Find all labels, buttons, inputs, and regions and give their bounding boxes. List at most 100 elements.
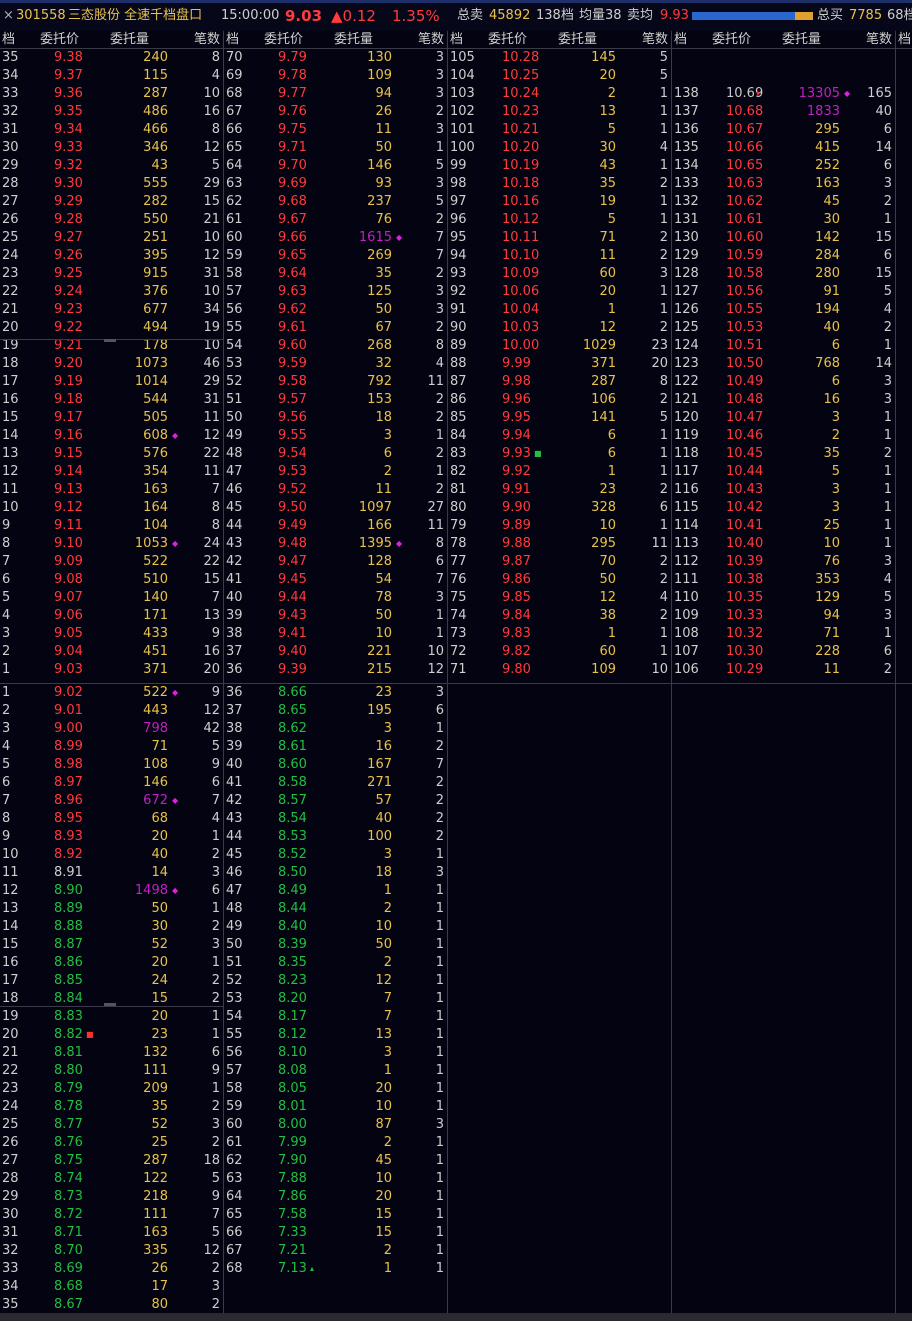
sell-level-row[interactable]: 122 10.49 6 3: [672, 373, 896, 391]
sell-level-row[interactable]: 130 10.60 142 15: [672, 229, 896, 247]
buy-level-row[interactable]: 66 7.33 15 1: [224, 1224, 448, 1242]
buy-level-row[interactable]: 19 8.83 20 1: [0, 1008, 224, 1026]
sell-level-row[interactable]: 80 9.90 328 6: [448, 499, 672, 517]
sell-level-row[interactable]: 72 9.82 60 1: [448, 643, 672, 661]
sell-level-row[interactable]: 119 10.46 2 1: [672, 427, 896, 445]
buy-level-row[interactable]: 23 8.79 209 1: [0, 1080, 224, 1098]
sell-level-row[interactable]: 23 9.25 915 31: [0, 265, 224, 283]
buy-level-row[interactable]: 16 8.86 20 1: [0, 954, 224, 972]
sell-level-row[interactable]: 5 9.07 140 7: [0, 589, 224, 607]
sell-level-row[interactable]: 2 9.04 451 16: [0, 643, 224, 661]
sell-level-row[interactable]: 45 9.50 1097 27: [224, 499, 448, 517]
sell-level-row[interactable]: 40 9.44 78 3: [224, 589, 448, 607]
sell-level-row[interactable]: 36 9.39 215 12: [224, 661, 448, 679]
buy-level-row[interactable]: 2 9.01 443 12: [0, 702, 224, 720]
sell-level-row[interactable]: 133 10.63 163 3: [672, 175, 896, 193]
sell-level-row[interactable]: 95 10.11 71 2: [448, 229, 672, 247]
sell-level-row[interactable]: 49 9.55 3 1: [224, 427, 448, 445]
sell-level-row[interactable]: 54 9.60 268 8: [224, 337, 448, 355]
sell-level-row[interactable]: 89 10.00 1029 23: [448, 337, 672, 355]
sell-level-row[interactable]: 105 10.28 145 5: [448, 49, 672, 67]
buy-level-row[interactable]: 5 8.98 108 9: [0, 756, 224, 774]
buy-level-row[interactable]: 37 8.65 195 6: [224, 702, 448, 720]
sell-level-row[interactable]: 32 9.35 486 16: [0, 103, 224, 121]
sell-level-row[interactable]: 81 9.91 23 2: [448, 481, 672, 499]
buy-level-row[interactable]: 43 8.54 40 2: [224, 810, 448, 828]
sell-level-row[interactable]: 75 9.85 12 4: [448, 589, 672, 607]
buy-level-row[interactable]: 7 8.96 672 7 ◆: [0, 792, 224, 810]
sell-level-row[interactable]: 20 9.22 494 19: [0, 319, 224, 337]
sell-level-row[interactable]: 91 10.04 1 1: [448, 301, 672, 319]
sell-level-row[interactable]: 129 10.59 284 6: [672, 247, 896, 265]
resize-handle[interactable]: [104, 1003, 116, 1006]
sell-level-row[interactable]: 103 10.24 2 1: [448, 85, 672, 103]
sell-level-row[interactable]: 33 9.36 287 10: [0, 85, 224, 103]
sell-level-row[interactable]: 88 9.99 371 20: [448, 355, 672, 373]
buy-level-row[interactable]: 56 8.10 3 1: [224, 1044, 448, 1062]
sell-level-row[interactable]: 4 9.06 171 13: [0, 607, 224, 625]
sell-level-row[interactable]: 137 10.68 1833 40: [672, 103, 896, 121]
sell-level-row[interactable]: 1 9.03 371 20: [0, 661, 224, 679]
buy-level-row[interactable]: 45 8.52 3 1: [224, 846, 448, 864]
buy-level-row[interactable]: 38 8.62 3 1: [224, 720, 448, 738]
sell-level-row[interactable]: 132 10.62 45 2: [672, 193, 896, 211]
sell-level-row[interactable]: 46 9.52 11 2: [224, 481, 448, 499]
horizontal-scrollbar[interactable]: [0, 1313, 912, 1321]
buy-level-row[interactable]: 47 8.49 1 1: [224, 882, 448, 900]
sell-level-row[interactable]: 24 9.26 395 12: [0, 247, 224, 265]
sell-level-row[interactable]: 138 10.69 13305 165 ◆ ▾: [672, 85, 896, 103]
sell-level-row[interactable]: 68 9.77 94 3: [224, 85, 448, 103]
buy-level-row[interactable]: 17 8.85 24 2: [0, 972, 224, 990]
sell-level-row[interactable]: 117 10.44 5 1: [672, 463, 896, 481]
buy-level-row[interactable]: 64 7.86 20 1: [224, 1188, 448, 1206]
buy-level-row[interactable]: 63 7.88 10 1: [224, 1170, 448, 1188]
buy-level-row[interactable]: 9 8.93 20 1: [0, 828, 224, 846]
sell-level-row[interactable]: 6 9.08 510 15: [0, 571, 224, 589]
buy-level-row[interactable]: 59 8.01 10 1: [224, 1098, 448, 1116]
buy-level-row[interactable]: 52 8.23 12 1: [224, 972, 448, 990]
sell-level-row[interactable]: 30 9.33 346 12: [0, 139, 224, 157]
sell-level-row[interactable]: 38 9.41 10 1: [224, 625, 448, 643]
buy-level-row[interactable]: 67 7.21 2 1: [224, 1242, 448, 1260]
buy-level-row[interactable]: 35 8.67 80 2: [0, 1296, 224, 1314]
sell-level-row[interactable]: 61 9.67 76 2: [224, 211, 448, 229]
buy-level-row[interactable]: 24 8.78 35 2: [0, 1098, 224, 1116]
sell-level-row[interactable]: 16 9.18 544 31: [0, 391, 224, 409]
buy-level-row[interactable]: 30 8.72 111 7: [0, 1206, 224, 1224]
buy-level-row[interactable]: 21 8.81 132 6: [0, 1044, 224, 1062]
buy-level-row[interactable]: 40 8.60 167 7: [224, 756, 448, 774]
buy-level-row[interactable]: 20 8.82 23 1 ■: [0, 1026, 224, 1044]
sell-level-row[interactable]: 9 9.11 104 8: [0, 517, 224, 535]
buy-level-row[interactable]: 42 8.57 57 2: [224, 792, 448, 810]
close-icon[interactable]: ×: [3, 8, 14, 24]
sell-level-row[interactable]: 113 10.40 10 1: [672, 535, 896, 553]
sell-level-row[interactable]: 131 10.61 30 1: [672, 211, 896, 229]
sell-level-row[interactable]: 107 10.30 228 6: [672, 643, 896, 661]
buy-level-row[interactable]: 32 8.70 335 12: [0, 1242, 224, 1260]
sell-level-row[interactable]: 34 9.37 115 4: [0, 67, 224, 85]
sell-level-row[interactable]: 10 9.12 164 8: [0, 499, 224, 517]
buy-level-row[interactable]: 62 7.90 45 1: [224, 1152, 448, 1170]
sell-level-row[interactable]: 62 9.68 237 5: [224, 193, 448, 211]
sell-level-row[interactable]: 65 9.71 50 1: [224, 139, 448, 157]
buy-level-row[interactable]: 31 8.71 163 5: [0, 1224, 224, 1242]
sell-level-row[interactable]: 127 10.56 91 5: [672, 283, 896, 301]
sell-level-row[interactable]: 85 9.95 141 5: [448, 409, 672, 427]
sell-level-row[interactable]: 70 9.79 130 3: [224, 49, 448, 67]
sell-level-row[interactable]: 53 9.59 32 4: [224, 355, 448, 373]
sell-level-row[interactable]: 67 9.76 26 2: [224, 103, 448, 121]
sell-level-row[interactable]: 43 9.48 1395 8 ◆: [224, 535, 448, 553]
sell-level-row[interactable]: 136 10.67 295 6: [672, 121, 896, 139]
sell-level-row[interactable]: 98 10.18 35 2: [448, 175, 672, 193]
buy-level-row[interactable]: 61 7.99 2 1: [224, 1134, 448, 1152]
resize-handle[interactable]: [104, 339, 116, 342]
sell-level-row[interactable]: 56 9.62 50 3: [224, 301, 448, 319]
sell-level-row[interactable]: 42 9.47 128 6: [224, 553, 448, 571]
sell-level-row[interactable]: 123 10.50 768 14: [672, 355, 896, 373]
sell-level-row[interactable]: 97 10.16 19 1: [448, 193, 672, 211]
sell-level-row[interactable]: 14 9.16 608 12 ◆: [0, 427, 224, 445]
sell-level-row[interactable]: 35 9.38 240 8: [0, 49, 224, 67]
buy-level-row[interactable]: 14 8.88 30 2: [0, 918, 224, 936]
buy-level-row[interactable]: 60 8.00 87 3: [224, 1116, 448, 1134]
sell-level-row[interactable]: 99 10.19 43 1: [448, 157, 672, 175]
